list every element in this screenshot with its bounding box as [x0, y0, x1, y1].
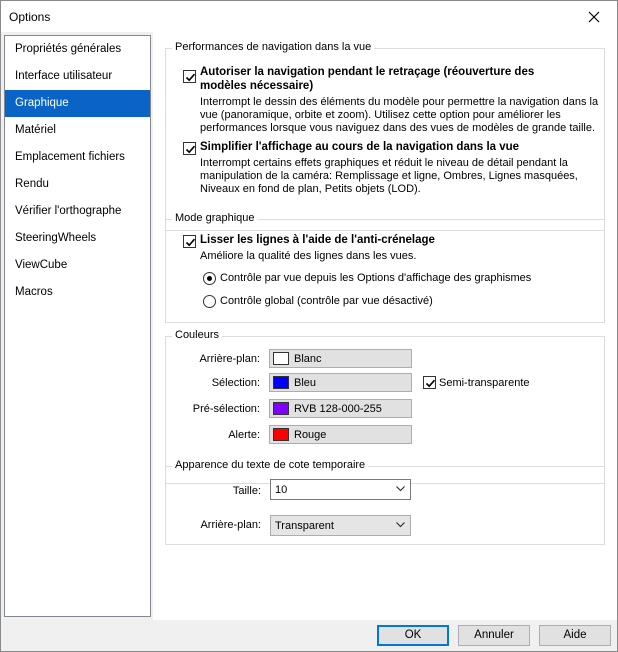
nav-performance-group: Performances de navigation dans la vue A…	[165, 41, 605, 231]
checkmark-icon	[185, 238, 196, 247]
color-name: RVB 128-000-255	[294, 403, 382, 415]
color-swatch	[273, 428, 289, 441]
title-bar: Options	[1, 1, 617, 32]
allow-nav-desc-line1: Interrompt le dessin des éléments du mod…	[200, 96, 599, 108]
sidebar-item-graphics[interactable]: Graphique	[5, 90, 150, 117]
color-swatch	[273, 352, 289, 365]
help-button[interactable]: Aide	[539, 625, 611, 646]
checkmark-icon	[425, 379, 436, 388]
antialias-label[interactable]: Lisser les lignes à l'aide de l'anti-cré…	[200, 234, 435, 246]
sidebar-item-spelling[interactable]: Vérifier l'orthographe	[5, 198, 150, 225]
sidebar-item-file-locations[interactable]: Emplacement fichiers	[5, 144, 150, 171]
simplify-desc-line1: Interrompt certains effets graphiques et…	[200, 157, 568, 169]
close-icon	[588, 11, 600, 22]
color-name: Blanc	[294, 353, 322, 365]
global-control-radio[interactable]	[203, 295, 216, 308]
per-view-control-label[interactable]: Contrôle par vue depuis les Options d'af…	[220, 272, 531, 284]
selection-color-label: Sélection:	[211, 377, 260, 389]
close-button[interactable]	[571, 1, 617, 32]
sidebar-item-general[interactable]: Propriétés générales	[5, 36, 150, 63]
checkmark-icon	[185, 73, 196, 82]
text-background-label: Arrière-plan:	[200, 519, 261, 531]
chevron-down-icon	[396, 486, 405, 492]
text-background-dropdown[interactable]: Transparent	[270, 515, 411, 536]
temp-dimension-group: Apparence du texte de cote temporaire Ta…	[165, 459, 605, 545]
alert-color-label: Alerte:	[228, 429, 260, 441]
options-dialog: Options Propriétés générales Interface u…	[0, 0, 618, 652]
allow-nav-label-line1[interactable]: Autoriser la navigation pendant le retra…	[200, 66, 534, 78]
preselection-color-button[interactable]: RVB 128-000-255	[269, 399, 412, 418]
antialias-desc: Améliore la qualité des lignes dans les …	[200, 250, 417, 262]
cancel-button[interactable]: Annuler	[458, 625, 530, 646]
simplify-desc-line3: Niveaux en fond de plan, Petits objets (…	[200, 183, 421, 195]
color-swatch	[273, 376, 289, 389]
checkmark-icon	[185, 145, 196, 154]
sidebar-item-ui[interactable]: Interface utilisateur	[5, 63, 150, 90]
semi-transparent-label[interactable]: Semi-transparente	[439, 377, 530, 389]
size-value: 10	[275, 484, 288, 496]
simplify-display-checkbox[interactable]	[183, 142, 196, 155]
allow-nav-desc-line3: performances lorsque vous naviguez dans …	[200, 122, 596, 134]
global-control-label[interactable]: Contrôle global (contrôle par vue désact…	[220, 295, 433, 307]
text-background-value: Transparent	[275, 520, 334, 532]
ok-button[interactable]: OK	[377, 625, 449, 646]
category-list: Propriétés générales Interface utilisate…	[4, 35, 151, 617]
graphic-mode-group: Mode graphique Lisser les lignes à l'aid…	[165, 212, 605, 323]
sidebar-item-steeringwheels[interactable]: SteeringWheels	[5, 225, 150, 252]
allow-nav-label-line2[interactable]: modèles nécessaire)	[200, 80, 313, 92]
color-name: Rouge	[294, 429, 327, 441]
selection-color-button[interactable]: Bleu	[269, 373, 412, 392]
per-view-control-radio[interactable]	[203, 272, 216, 285]
allow-nav-desc-line2: vue (panoramique, orbite et zoom). Utili…	[200, 109, 561, 121]
chevron-down-icon	[396, 522, 405, 528]
radio-selected-dot	[207, 276, 212, 281]
size-dropdown[interactable]: 10	[270, 479, 411, 500]
semi-transparent-checkbox[interactable]	[423, 376, 436, 389]
sidebar-item-macros[interactable]: Macros	[5, 279, 150, 306]
allow-nav-redraw-checkbox[interactable]	[183, 70, 196, 83]
group-title: Mode graphique	[172, 212, 258, 224]
color-swatch	[273, 402, 289, 415]
sidebar-item-rendering[interactable]: Rendu	[5, 171, 150, 198]
background-color-label: Arrière-plan:	[199, 353, 260, 365]
simplify-desc-line2: manipulation de la caméra: Remplissage e…	[200, 170, 578, 182]
antialias-checkbox[interactable]	[183, 235, 196, 248]
simplify-display-label[interactable]: Simplifier l'affichage au cours de la na…	[200, 141, 519, 153]
window-title: Options	[9, 10, 51, 24]
sidebar-item-hardware[interactable]: Matériel	[5, 117, 150, 144]
preselection-color-label: Pré-sélection:	[192, 403, 260, 415]
alert-color-button[interactable]: Rouge	[269, 425, 412, 444]
group-title: Performances de navigation dans la vue	[172, 41, 375, 53]
group-title: Couleurs	[172, 329, 223, 341]
sidebar-item-viewcube[interactable]: ViewCube	[5, 252, 150, 279]
background-color-button[interactable]: Blanc	[269, 349, 412, 368]
color-name: Bleu	[294, 377, 317, 389]
size-label: Taille:	[232, 485, 261, 497]
group-title: Apparence du texte de cote temporaire	[172, 459, 369, 471]
settings-panel: Performances de navigation dans la vue A…	[153, 32, 617, 620]
